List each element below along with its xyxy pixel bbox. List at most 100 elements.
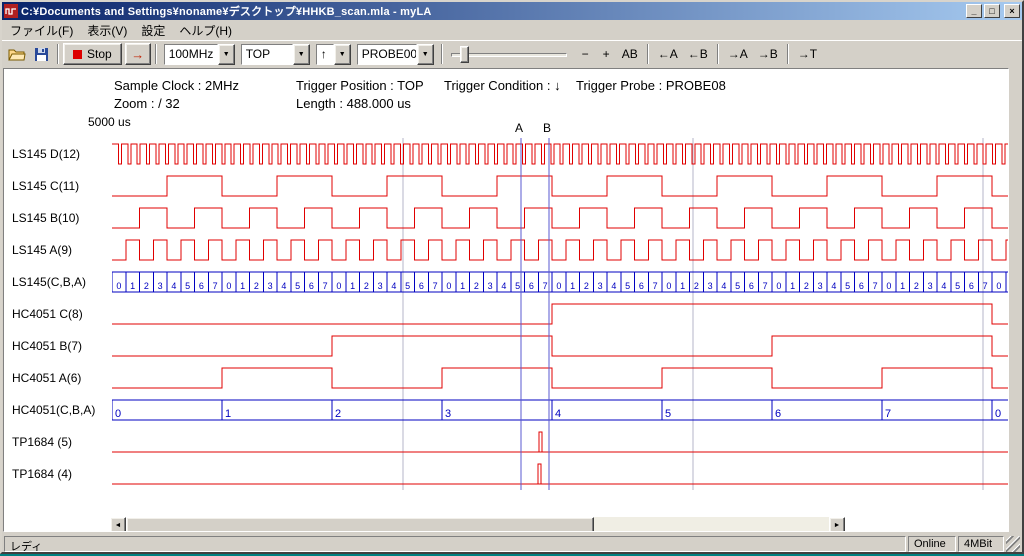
minimize-button[interactable]: _ (966, 4, 982, 18)
bus-value: 7 (433, 281, 438, 291)
goto-cursor-b-left-button[interactable]: ←B (683, 43, 713, 65)
channel-label-column: LS145 D(12)LS145 C(11)LS145 B(10)LS145 A… (8, 138, 110, 490)
bus-value: 3 (268, 281, 273, 291)
bus-value: 6 (529, 281, 534, 291)
bus-value: 4 (611, 281, 616, 291)
bus-value: 5 (735, 281, 740, 291)
zoom-info: Zoom : / 32 (114, 96, 180, 111)
pulse (538, 464, 541, 484)
bus-value: 1 (570, 281, 575, 291)
trigger-probe-select[interactable]: PROBE00 ▼ (357, 44, 434, 65)
menu-view[interactable]: 表示(V) (80, 20, 134, 41)
zoom-slider-thumb[interactable] (460, 46, 469, 63)
bus-value: 1 (225, 408, 231, 420)
resize-grip[interactable] (1006, 536, 1020, 552)
toolbar-separator (717, 44, 719, 64)
bus-value: 4 (721, 281, 726, 291)
waveform-channel (112, 144, 1008, 164)
bus-value: 5 (665, 408, 671, 420)
run-arrow-icon: → (131, 47, 144, 62)
open-button[interactable] (5, 43, 29, 65)
bus-value: 3 (445, 408, 451, 420)
chevron-down-icon[interactable]: ▼ (334, 44, 351, 65)
bus-value: 7 (213, 281, 218, 291)
bus-value: 5 (405, 281, 410, 291)
bus-value: 2 (804, 281, 809, 291)
toolbar-separator (155, 44, 157, 64)
chevron-down-icon[interactable]: ▼ (417, 44, 434, 65)
bus-value: 3 (488, 281, 493, 291)
save-button[interactable] (29, 43, 53, 65)
cursor-a-label[interactable]: A (515, 121, 523, 135)
zoom-slider[interactable] (451, 44, 567, 65)
scrollbar-thumb[interactable] (126, 517, 594, 532)
bus-value: 3 (928, 281, 933, 291)
channel-label: HC4051 A(6) (8, 362, 110, 394)
open-folder-icon (8, 47, 26, 61)
app-icon (4, 4, 18, 18)
bus-value: 5 (845, 281, 850, 291)
scroll-left-button[interactable]: ◄ (110, 517, 126, 532)
trigger-edge-value: ↑ (316, 44, 334, 65)
run-button[interactable]: → (125, 43, 151, 65)
cursor-b-label[interactable]: B (543, 121, 551, 135)
bus-value: 0 (996, 281, 1001, 291)
menu-help[interactable]: ヘルプ(H) (172, 20, 239, 41)
channel-label: LS145(C,B,A) (8, 266, 110, 298)
bus-value: 7 (543, 281, 548, 291)
bus-value: 3 (598, 281, 603, 291)
close-icon: × (1009, 6, 1014, 16)
bus-value: 7 (885, 408, 891, 420)
close-button[interactable]: × (1004, 4, 1020, 18)
channel-label: HC4051 C(8) (8, 298, 110, 330)
waveform-channel (112, 368, 1008, 388)
menu-settings[interactable]: 設定 (134, 20, 172, 41)
zoom-out-button[interactable]: − (575, 43, 596, 65)
waveform-plot[interactable]: 0123456701234567012345670123456701234567… (112, 138, 1008, 490)
toolbar-separator (647, 44, 649, 64)
bus-value: 2 (254, 281, 259, 291)
pulse (539, 432, 542, 452)
title-bar[interactable]: C:¥Documents and Settings¥noname¥デスクトップ¥… (2, 2, 1022, 20)
time-scale-label: 5000 us (88, 115, 131, 129)
sample-clock-info: Sample Clock : 2MHz (114, 78, 239, 93)
scroll-right-button[interactable]: ► (829, 517, 845, 532)
zoom-in-button[interactable]: + (596, 43, 617, 65)
ab-range-button[interactable]: AB (617, 43, 643, 65)
sample-clock-select[interactable]: 100MHz ▼ (164, 44, 235, 65)
chevron-down-icon[interactable]: ▼ (293, 44, 310, 65)
bus-value: 1 (790, 281, 795, 291)
bus-value: 1 (680, 281, 685, 291)
bus-value: 7 (323, 281, 328, 291)
bus-value: 0 (336, 281, 341, 291)
goto-cursor-a-left-button[interactable]: ←A (653, 43, 683, 65)
bus-value: 1 (130, 281, 135, 291)
bus-value: 4 (831, 281, 836, 291)
floppy-icon (34, 47, 49, 62)
bus-value: 4 (501, 281, 506, 291)
stop-button[interactable]: Stop (63, 43, 122, 65)
scrollbar-track[interactable] (126, 517, 829, 532)
waveform-channel (112, 304, 1008, 324)
bus-value: 6 (419, 281, 424, 291)
bus-value: 1 (900, 281, 905, 291)
trigger-position-select[interactable]: TOP ▼ (241, 44, 310, 65)
maximize-icon: □ (989, 6, 994, 16)
goto-cursor-b-right-button[interactable]: →B (753, 43, 783, 65)
horizontal-scrollbar[interactable]: ◄ ► (110, 517, 845, 532)
minimize-icon: _ (971, 6, 976, 16)
bus-value: 6 (859, 281, 864, 291)
trigger-edge-select[interactable]: ↑ ▼ (316, 44, 351, 65)
chevron-down-icon[interactable]: ▼ (218, 44, 235, 65)
bus-value: 7 (653, 281, 658, 291)
bus-value: 7 (873, 281, 878, 291)
goto-cursor-a-right-button[interactable]: →A (723, 43, 753, 65)
channel-label: TP1684 (5) (8, 426, 110, 458)
maximize-button[interactable]: □ (984, 4, 1000, 18)
menu-file[interactable]: ファイル(F) (3, 20, 80, 41)
bus-value: 1 (460, 281, 465, 291)
goto-trigger-button[interactable]: →T (793, 43, 822, 65)
bus-value: 4 (555, 408, 561, 420)
bus-value: 4 (281, 281, 286, 291)
length-info: Length : 488.000 us (296, 96, 411, 111)
